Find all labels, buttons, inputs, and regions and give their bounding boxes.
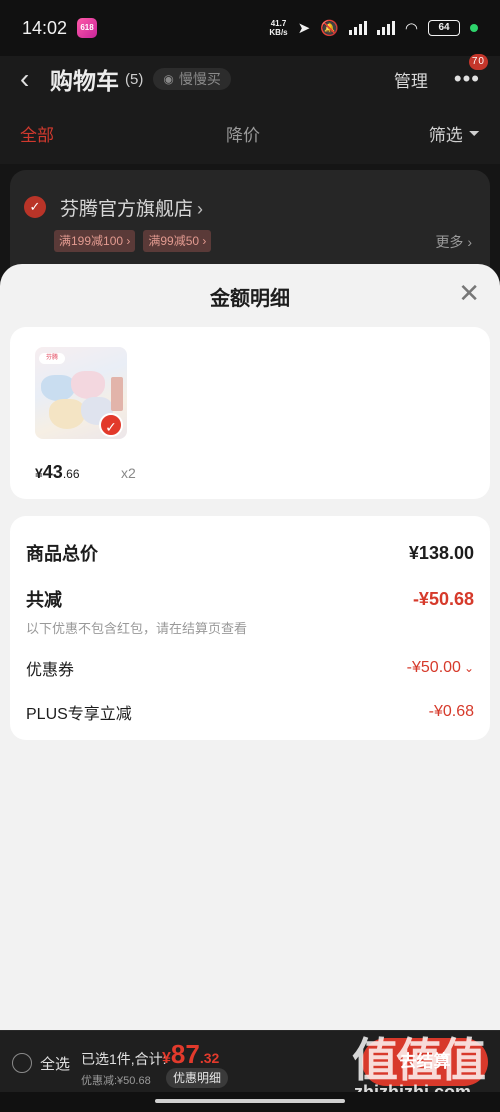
mute-icon: 🔕 bbox=[320, 20, 339, 37]
coupon-row[interactable]: 优惠券 -¥50.00 ⌄ bbox=[26, 656, 474, 680]
filter-button[interactable]: 筛选 ⏷ bbox=[429, 121, 480, 146]
checkout-bar: 全选 已选1件,合计: ¥87.32 优惠减:¥50.68 优惠明细 去结算 bbox=[0, 1030, 500, 1092]
total-integer: 87 bbox=[170, 1039, 200, 1069]
store-more-link[interactable]: 更多 › bbox=[435, 232, 472, 252]
amount-detail-sheet: 金额明细 ✕ 芬腾 ✓ ¥43.66 x2 商品总价 ¥138.00 共减 -¥… bbox=[0, 264, 500, 1030]
total-row: 商品总价 ¥138.00 bbox=[26, 540, 474, 566]
message-badge: 70 bbox=[468, 54, 488, 70]
store-checkbox[interactable]: ✓ bbox=[24, 196, 46, 218]
reduction-row: 共减 -¥50.68 bbox=[26, 586, 474, 612]
network-speed-value: 41.7 bbox=[270, 19, 287, 28]
status-time: 14:02 bbox=[22, 17, 68, 38]
product-image-part bbox=[49, 399, 85, 429]
price-summary-card: 商品总价 ¥138.00 共减 -¥50.68 以下优惠不包含红包，请在结算页查… bbox=[10, 516, 490, 740]
check-icon: ✓ bbox=[99, 413, 123, 437]
product-image-part bbox=[41, 375, 75, 401]
store-name-link[interactable]: 芬腾官方旗舰店 › bbox=[60, 194, 203, 221]
eye-icon: ◉ bbox=[163, 72, 174, 86]
coupon-value-wrap: -¥50.00 ⌄ bbox=[407, 659, 474, 677]
slow-buy-label: 慢慢买 bbox=[178, 71, 221, 87]
close-icon[interactable]: ✕ bbox=[458, 280, 480, 306]
product-image-part bbox=[71, 371, 105, 399]
price-integer: 43 bbox=[42, 462, 63, 482]
sheet-title: 金额明细 bbox=[210, 288, 290, 310]
promo-tag[interactable]: 满199减100 › bbox=[54, 230, 136, 252]
battery-icon: 64 bbox=[428, 20, 460, 36]
total-decimal: .32 bbox=[199, 1050, 220, 1066]
total-currency: ¥ bbox=[162, 1050, 171, 1067]
app-notification-icon: 618 bbox=[77, 18, 98, 38]
promo-tag[interactable]: 满99减50 › bbox=[143, 230, 212, 252]
page-title: 购物车 bbox=[50, 68, 119, 94]
plus-discount-row: PLUS专享立减 -¥0.68 bbox=[26, 700, 474, 724]
product-quantity: x2 bbox=[121, 465, 136, 481]
chevron-right-icon: › bbox=[197, 199, 204, 219]
tab-all[interactable]: 全部 bbox=[20, 121, 54, 146]
price-currency: ¥ bbox=[35, 465, 43, 481]
total-value: ¥138.00 bbox=[408, 542, 474, 563]
total-price: ¥87.32 bbox=[162, 1039, 219, 1070]
plus-value: -¥0.68 bbox=[428, 703, 474, 720]
network-speed: 41.7 KB/s bbox=[269, 19, 287, 37]
coupon-label: 优惠券 bbox=[26, 662, 75, 679]
brand-logo: 芬腾 bbox=[39, 353, 65, 364]
reduction-value: -¥50.68 bbox=[412, 588, 474, 609]
privacy-indicator bbox=[470, 24, 478, 32]
total-label: 商品总价 bbox=[26, 544, 98, 564]
back-arrow-icon[interactable]: ‹ bbox=[20, 63, 46, 95]
reduction-label: 共减 bbox=[26, 590, 62, 610]
checkout-button[interactable]: 去结算 bbox=[362, 1038, 488, 1086]
signal-hd-icon bbox=[348, 21, 367, 35]
wifi-icon: ◠ bbox=[404, 20, 418, 37]
location-icon: ➤ bbox=[297, 20, 311, 37]
status-indicators: 41.7 KB/s ➤ 🔕 ◠ 64 bbox=[269, 19, 478, 37]
store-name: 芬腾官方旗舰店 bbox=[60, 199, 194, 220]
select-all-label[interactable]: 全选 bbox=[40, 1053, 70, 1074]
cart-tabs: 全部 降价 筛选 ⏷ bbox=[0, 102, 500, 164]
network-speed-unit: KB/s bbox=[269, 28, 288, 37]
coupon-value: -¥50.00 bbox=[406, 659, 461, 676]
discount-amount: 优惠减:¥50.68 bbox=[81, 1075, 151, 1087]
cart-header: ‹ 购物车 (5) ◉ 慢慢买 管理 ••• 70 bbox=[0, 54, 500, 102]
plus-label: PLUS专享立减 bbox=[26, 706, 132, 723]
slow-buy-button[interactable]: ◉ 慢慢买 bbox=[153, 68, 231, 90]
product-price: ¥43.66 bbox=[35, 462, 80, 483]
discount-detail-button[interactable]: 优惠明细 bbox=[166, 1068, 229, 1088]
cart-count: (5) bbox=[125, 70, 144, 88]
select-all-checkbox[interactable] bbox=[12, 1053, 32, 1073]
reduction-note: 以下优惠不包含红包，请在结算页查看 bbox=[26, 621, 248, 636]
price-decimal: .66 bbox=[62, 467, 80, 481]
manage-button[interactable]: 管理 bbox=[394, 67, 428, 92]
promo-tags: 满199减100 › 满99减50 › bbox=[54, 230, 212, 252]
product-image-part bbox=[111, 377, 123, 411]
more-menu-button[interactable]: ••• 70 bbox=[454, 54, 488, 92]
selected-info: 已选1件,合计: bbox=[81, 1051, 167, 1067]
tab-price-drop[interactable]: 降价 bbox=[226, 121, 260, 146]
filter-label: 筛选 bbox=[428, 125, 463, 145]
home-indicator[interactable] bbox=[0, 1092, 500, 1112]
goods-card: 芬腾 ✓ ¥43.66 x2 bbox=[10, 327, 490, 499]
status-bar: 14:02 618 41.7 KB/s ➤ 🔕 ◠ 64 bbox=[0, 0, 500, 56]
chevron-down-icon[interactable]: ⌄ bbox=[464, 661, 474, 675]
signal-icon bbox=[376, 21, 395, 35]
funnel-icon: ⏷ bbox=[468, 124, 480, 141]
